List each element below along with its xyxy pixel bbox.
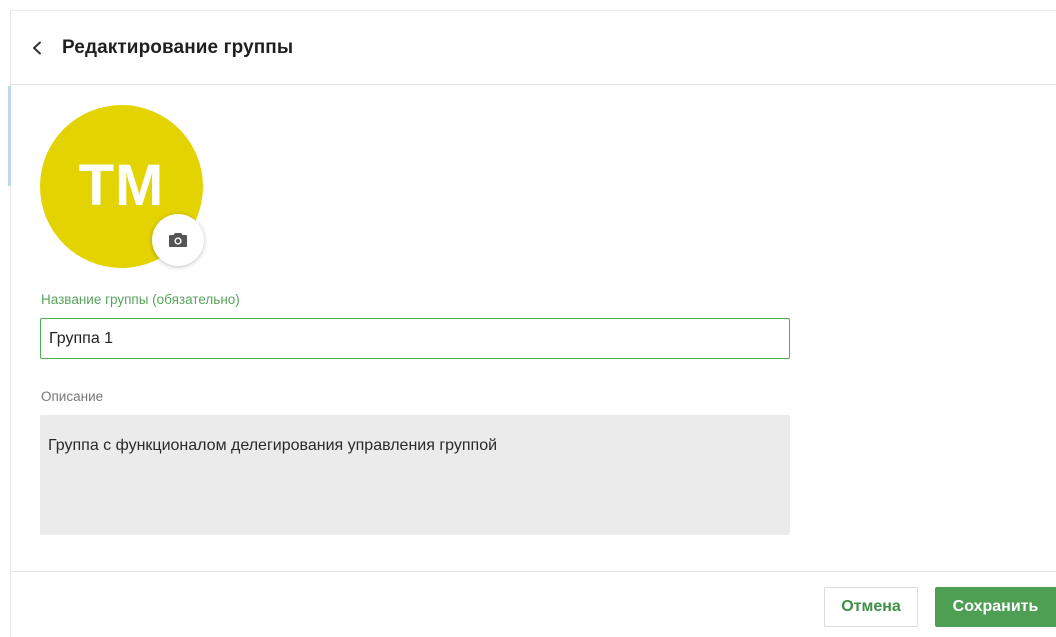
group-name-label: Название группы (обязательно) — [41, 292, 240, 307]
panel-left-accent — [8, 86, 11, 186]
avatar-initials: ТМ — [78, 153, 165, 218]
save-button[interactable]: Сохранить — [935, 587, 1056, 627]
page-header: Редактирование группы — [11, 11, 1056, 85]
camera-icon — [169, 233, 187, 247]
group-name-input[interactable] — [40, 318, 790, 359]
description-textarea[interactable]: Группа с функционалом делегирования упра… — [40, 415, 790, 535]
description-label: Описание — [41, 389, 104, 404]
change-photo-button[interactable] — [152, 214, 204, 266]
chevron-left-icon — [33, 41, 41, 54]
page-title: Редактирование группы — [62, 36, 294, 58]
back-button[interactable] — [27, 36, 47, 60]
footer-divider — [11, 571, 1056, 572]
cancel-button[interactable]: Отмена — [824, 587, 918, 627]
